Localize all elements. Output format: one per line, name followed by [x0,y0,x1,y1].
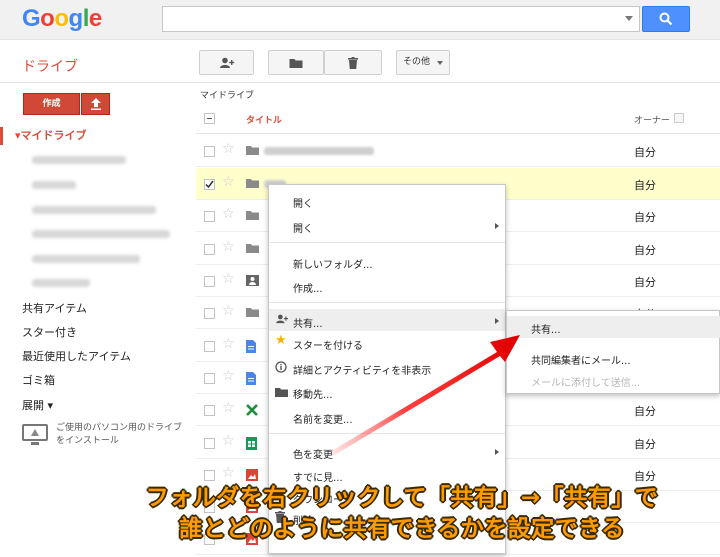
annotation-arrow [330,335,520,456]
annotation-caption-line-1: フォルダを右クリックして「共有」→「共有」で [145,485,659,511]
annotation-caption-line-2: 誰とどのように共有できるかを設定できる [179,516,625,542]
